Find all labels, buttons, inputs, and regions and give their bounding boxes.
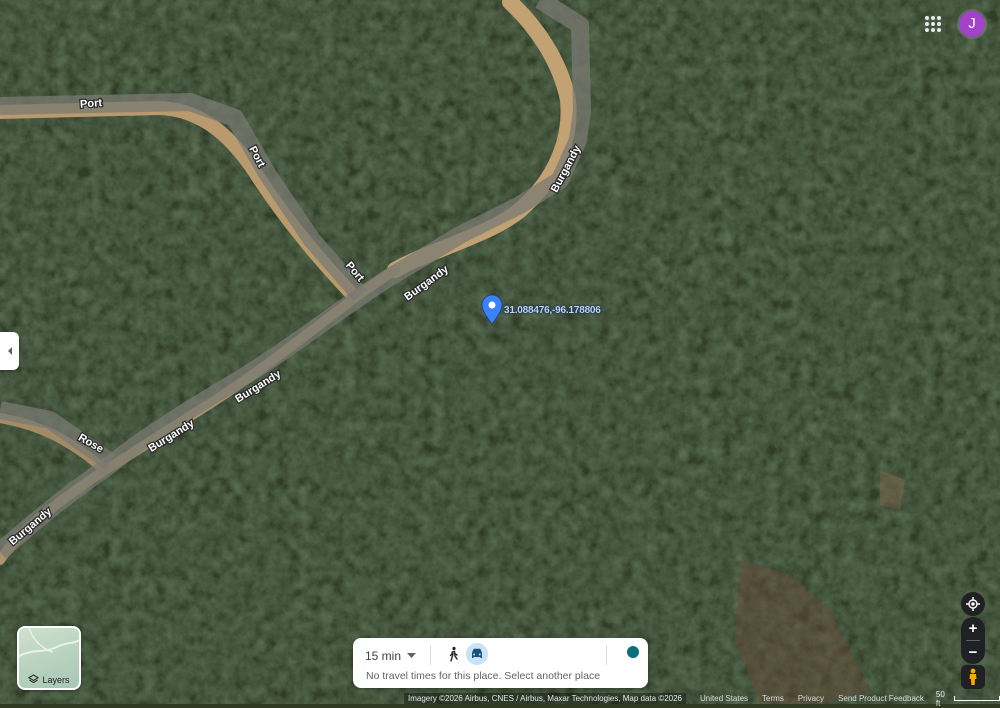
travel-time-value: 15 min: [365, 649, 402, 663]
layers-label: Layers: [42, 674, 70, 685]
car-icon: [472, 648, 482, 658]
zoom-out-button[interactable]: −: [961, 641, 985, 664]
zoom-in-button[interactable]: +: [961, 617, 985, 640]
travel-time-toggle[interactable]: [624, 646, 640, 662]
google-apps-icon[interactable]: [921, 12, 945, 36]
street-view-pegman[interactable]: [961, 665, 985, 689]
footer-link-country[interactable]: United States: [700, 693, 748, 704]
footer-link-feedback[interactable]: Send Product Feedback: [838, 693, 924, 704]
travel-time-select[interactable]: 15 min: [365, 646, 417, 666]
layers-thumbnail: [19, 628, 79, 657]
map-footer: Imagery ©2026 Airbus, CNES / Airbus, Max…: [404, 690, 1000, 708]
travel-time-panel: 15 min No travel times for this place. S…: [353, 638, 648, 688]
my-location-icon: [966, 597, 980, 611]
layers-icon: [28, 674, 40, 684]
layers-button[interactable]: Layers: [17, 626, 81, 690]
chevron-left-icon: [7, 347, 12, 355]
imagery-attribution: Imagery ©2026 Airbus, CNES / Airbus, Max…: [404, 693, 687, 704]
scale-bar: [953, 696, 1000, 701]
walking-icon[interactable]: [443, 645, 463, 665]
pegman-icon: [969, 668, 977, 685]
my-location-button[interactable]: [961, 592, 985, 616]
coordinates-label[interactable]: 31.088476,-96.178806: [504, 305, 601, 316]
divider: [606, 645, 607, 665]
road-label-port: Port: [80, 97, 103, 111]
travel-time-message: No travel times for this place. Select a…: [366, 670, 601, 682]
divider: [430, 645, 431, 665]
footer-link-privacy[interactable]: Privacy: [798, 693, 824, 704]
location-pin-icon[interactable]: [481, 294, 503, 326]
driving-mode-button[interactable]: [466, 643, 488, 665]
collapse-side-panel-button[interactable]: [0, 332, 19, 370]
map-scale[interactable]: 50 ft: [936, 690, 1000, 708]
zoom-controls: + −: [961, 617, 985, 664]
scale-label: 50 ft: [935, 689, 945, 708]
satellite-map[interactable]: Port Port Port Burgandy Burgandy Burgand…: [0, 0, 1000, 704]
dropdown-arrow-icon: [407, 653, 417, 658]
footer-link-terms[interactable]: Terms: [762, 693, 784, 704]
account-avatar[interactable]: J: [959, 11, 985, 37]
